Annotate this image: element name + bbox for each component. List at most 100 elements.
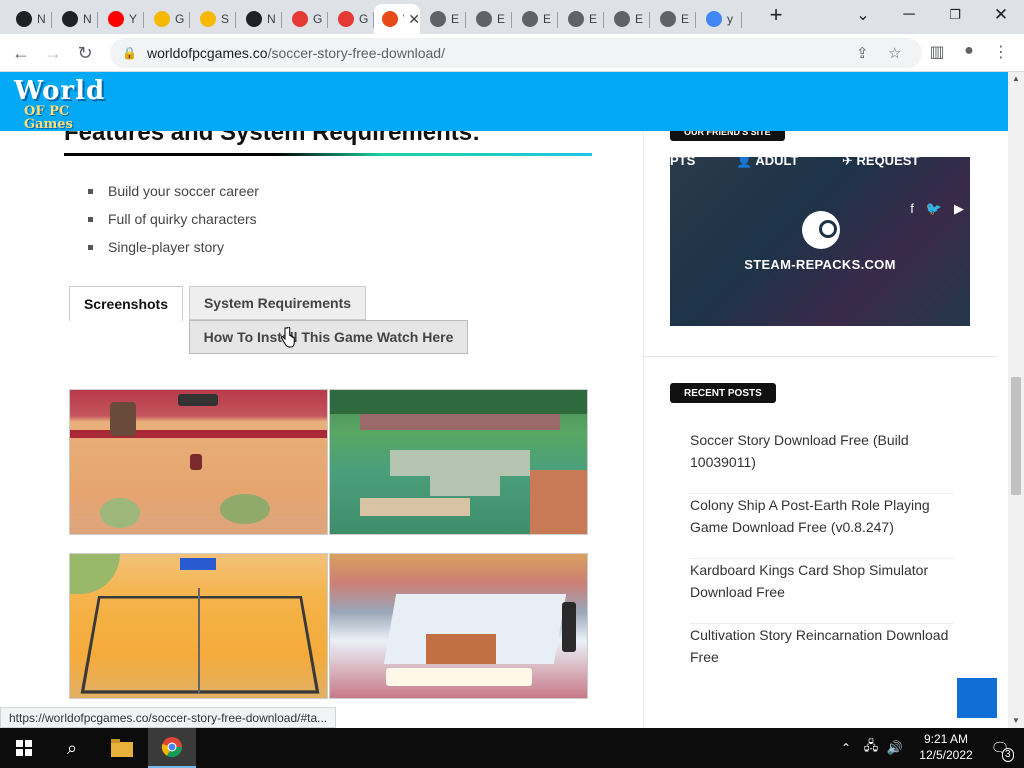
site-logo[interactable]: World OF PC Games [14,78,114,131]
list-item: Full of quirky characters [88,210,259,238]
tab-search-chevron-icon[interactable]: ⌄ [840,0,886,30]
recent-post-link[interactable]: Colony Ship A Post-Earth Role Playing Ga… [690,494,954,559]
web-page: World OF PC Games Features and System Re… [0,72,1008,728]
tab-title: E [635,12,644,26]
show-hidden-icons-chevron-icon[interactable]: ⌃ [836,728,856,768]
browser-tab[interactable]: E [606,4,650,34]
tab-separator [189,12,190,28]
browser-toolbar: ← → ↻ 🔒 worldofpcgames.co/soccer-story-f… [0,34,1024,72]
recent-posts-badge: RECENT POSTS [670,383,776,403]
heading-underline [64,153,592,156]
divider [644,356,996,357]
browser-tab[interactable]: E [652,4,696,34]
browser-tab[interactable]: E [560,4,604,34]
steam-logo-icon [802,211,840,249]
facebook-icon: f [910,201,914,216]
browser-tab[interactable]: N [238,4,282,34]
chrome-menu-icon[interactable]: ⋮ [990,42,1012,62]
browser-tab[interactable]: G [284,4,328,34]
close-window-button[interactable]: ✕ [978,0,1024,30]
browser-tab[interactable]: E [468,4,512,34]
new-tab-button[interactable]: + [755,0,797,30]
minimize-button[interactable]: ─ [886,0,932,30]
tab-separator [603,12,604,28]
recent-posts-list: Soccer Story Download Free (Build 100390… [690,429,954,689]
chrome-taskbar-icon[interactable] [148,728,196,768]
screenshot-image[interactable] [329,389,588,535]
volume-icon[interactable]: 🔊 [884,728,906,768]
browser-tab-strip: NNYGSNGGW✕EEEEEEy + ⌄ ─ ❐ ✕ [0,0,1024,34]
tab-how-to-install[interactable]: How To Install This Game Watch Here [189,320,468,354]
back-button[interactable]: ← [6,38,36,68]
globe-icon [660,11,676,27]
tab-screenshots[interactable]: Screenshots [69,286,183,321]
close-tab-icon[interactable]: ✕ [408,11,420,28]
browser-tab[interactable]: N [8,4,52,34]
tab-title: N [267,12,276,26]
tab-separator [281,12,282,28]
recent-post-link[interactable]: Cultivation Story Reincarnation Download… [690,624,954,689]
screenshot-image[interactable] [69,553,328,699]
tab-title: G [175,12,185,26]
notification-center-icon[interactable]: 🗨 3 [980,728,1020,768]
restore-button[interactable]: ❐ [932,0,978,30]
side-panel-icon[interactable]: ▥ [926,42,948,62]
youtube-icon: ▶ [954,201,964,216]
lock-icon [338,11,354,27]
address-bar[interactable]: 🔒 worldofpcgames.co/soccer-story-free-do… [110,38,922,68]
lock-icon [292,11,308,27]
lock-icon: 🔒 [122,46,137,60]
recent-post-link[interactable]: Kardboard Kings Card Shop Simulator Down… [690,559,954,624]
tab-separator [97,12,98,28]
file-explorer-icon[interactable] [98,728,146,768]
windows-start-icon[interactable] [0,728,48,768]
wpc-icon [382,11,398,27]
forward-button[interactable]: → [38,38,68,68]
tab-separator [557,12,558,28]
screenshot-image[interactable] [69,389,328,535]
reload-button[interactable]: ↻ [70,38,100,68]
browser-tab[interactable]: y [698,4,742,34]
github-icon [246,11,262,27]
browser-tab[interactable]: S [192,4,236,34]
browser-tab[interactable]: E [422,4,466,34]
back-to-top-button[interactable] [957,678,997,718]
tab-title: G [313,12,323,26]
screenshot-image[interactable] [329,553,588,699]
notification-count-badge: 3 [1002,748,1014,762]
browser-tab[interactable]: G [330,4,374,34]
tab-title: E [497,12,506,26]
search-icon[interactable]: ⌕ [48,728,96,768]
tab-title: E [543,12,552,26]
globe-icon [568,11,584,27]
windows-taskbar: ⌕ ⌃ 🖧 🔊 9:21 AM 12/5/2022 🗨 3 [0,728,1024,768]
tab-title: E [589,12,598,26]
tab-separator [465,12,466,28]
feature-list: Build your soccer career Full of quirky … [88,182,259,266]
browser-tab[interactable]: N [54,4,98,34]
network-icon[interactable]: 🖧 [860,728,882,768]
steam-nav-item: 👤 ADULT [736,157,799,168]
tab-title: E [451,12,460,26]
tab-system-requirements[interactable]: System Requirements [189,286,366,320]
list-item: Build your soccer career [88,182,259,210]
browser-tab[interactable]: W✕ [374,4,420,34]
page-scrollbar[interactable]: ▲ ▼ [1008,72,1024,728]
system-clock[interactable]: 9:21 AM 12/5/2022 [916,731,976,763]
social-icons: f 🐦 ▶ [910,201,964,217]
globe-icon [476,11,492,27]
steam-repacks-banner[interactable]: PTS 👤 ADULT ✈ REQUEST f 🐦 ▶ STEAM-REPACK… [670,157,970,326]
list-item: Single-player story [88,238,259,266]
share-icon[interactable]: ⇪ [856,44,869,62]
scroll-thumb[interactable] [1011,377,1021,495]
recent-post-link[interactable]: Soccer Story Download Free (Build 100390… [690,429,954,494]
browser-tab[interactable]: Y [100,4,144,34]
ra-icon [200,11,216,27]
bookmark-star-icon[interactable]: ☆ [888,44,901,62]
globe-icon [614,11,630,27]
scroll-up-arrow-icon[interactable]: ▲ [1008,72,1024,86]
browser-tab[interactable]: E [514,4,558,34]
scroll-down-arrow-icon[interactable]: ▼ [1008,714,1024,728]
profile-avatar-icon[interactable]: ● [958,42,980,60]
browser-tab[interactable]: G [146,4,190,34]
